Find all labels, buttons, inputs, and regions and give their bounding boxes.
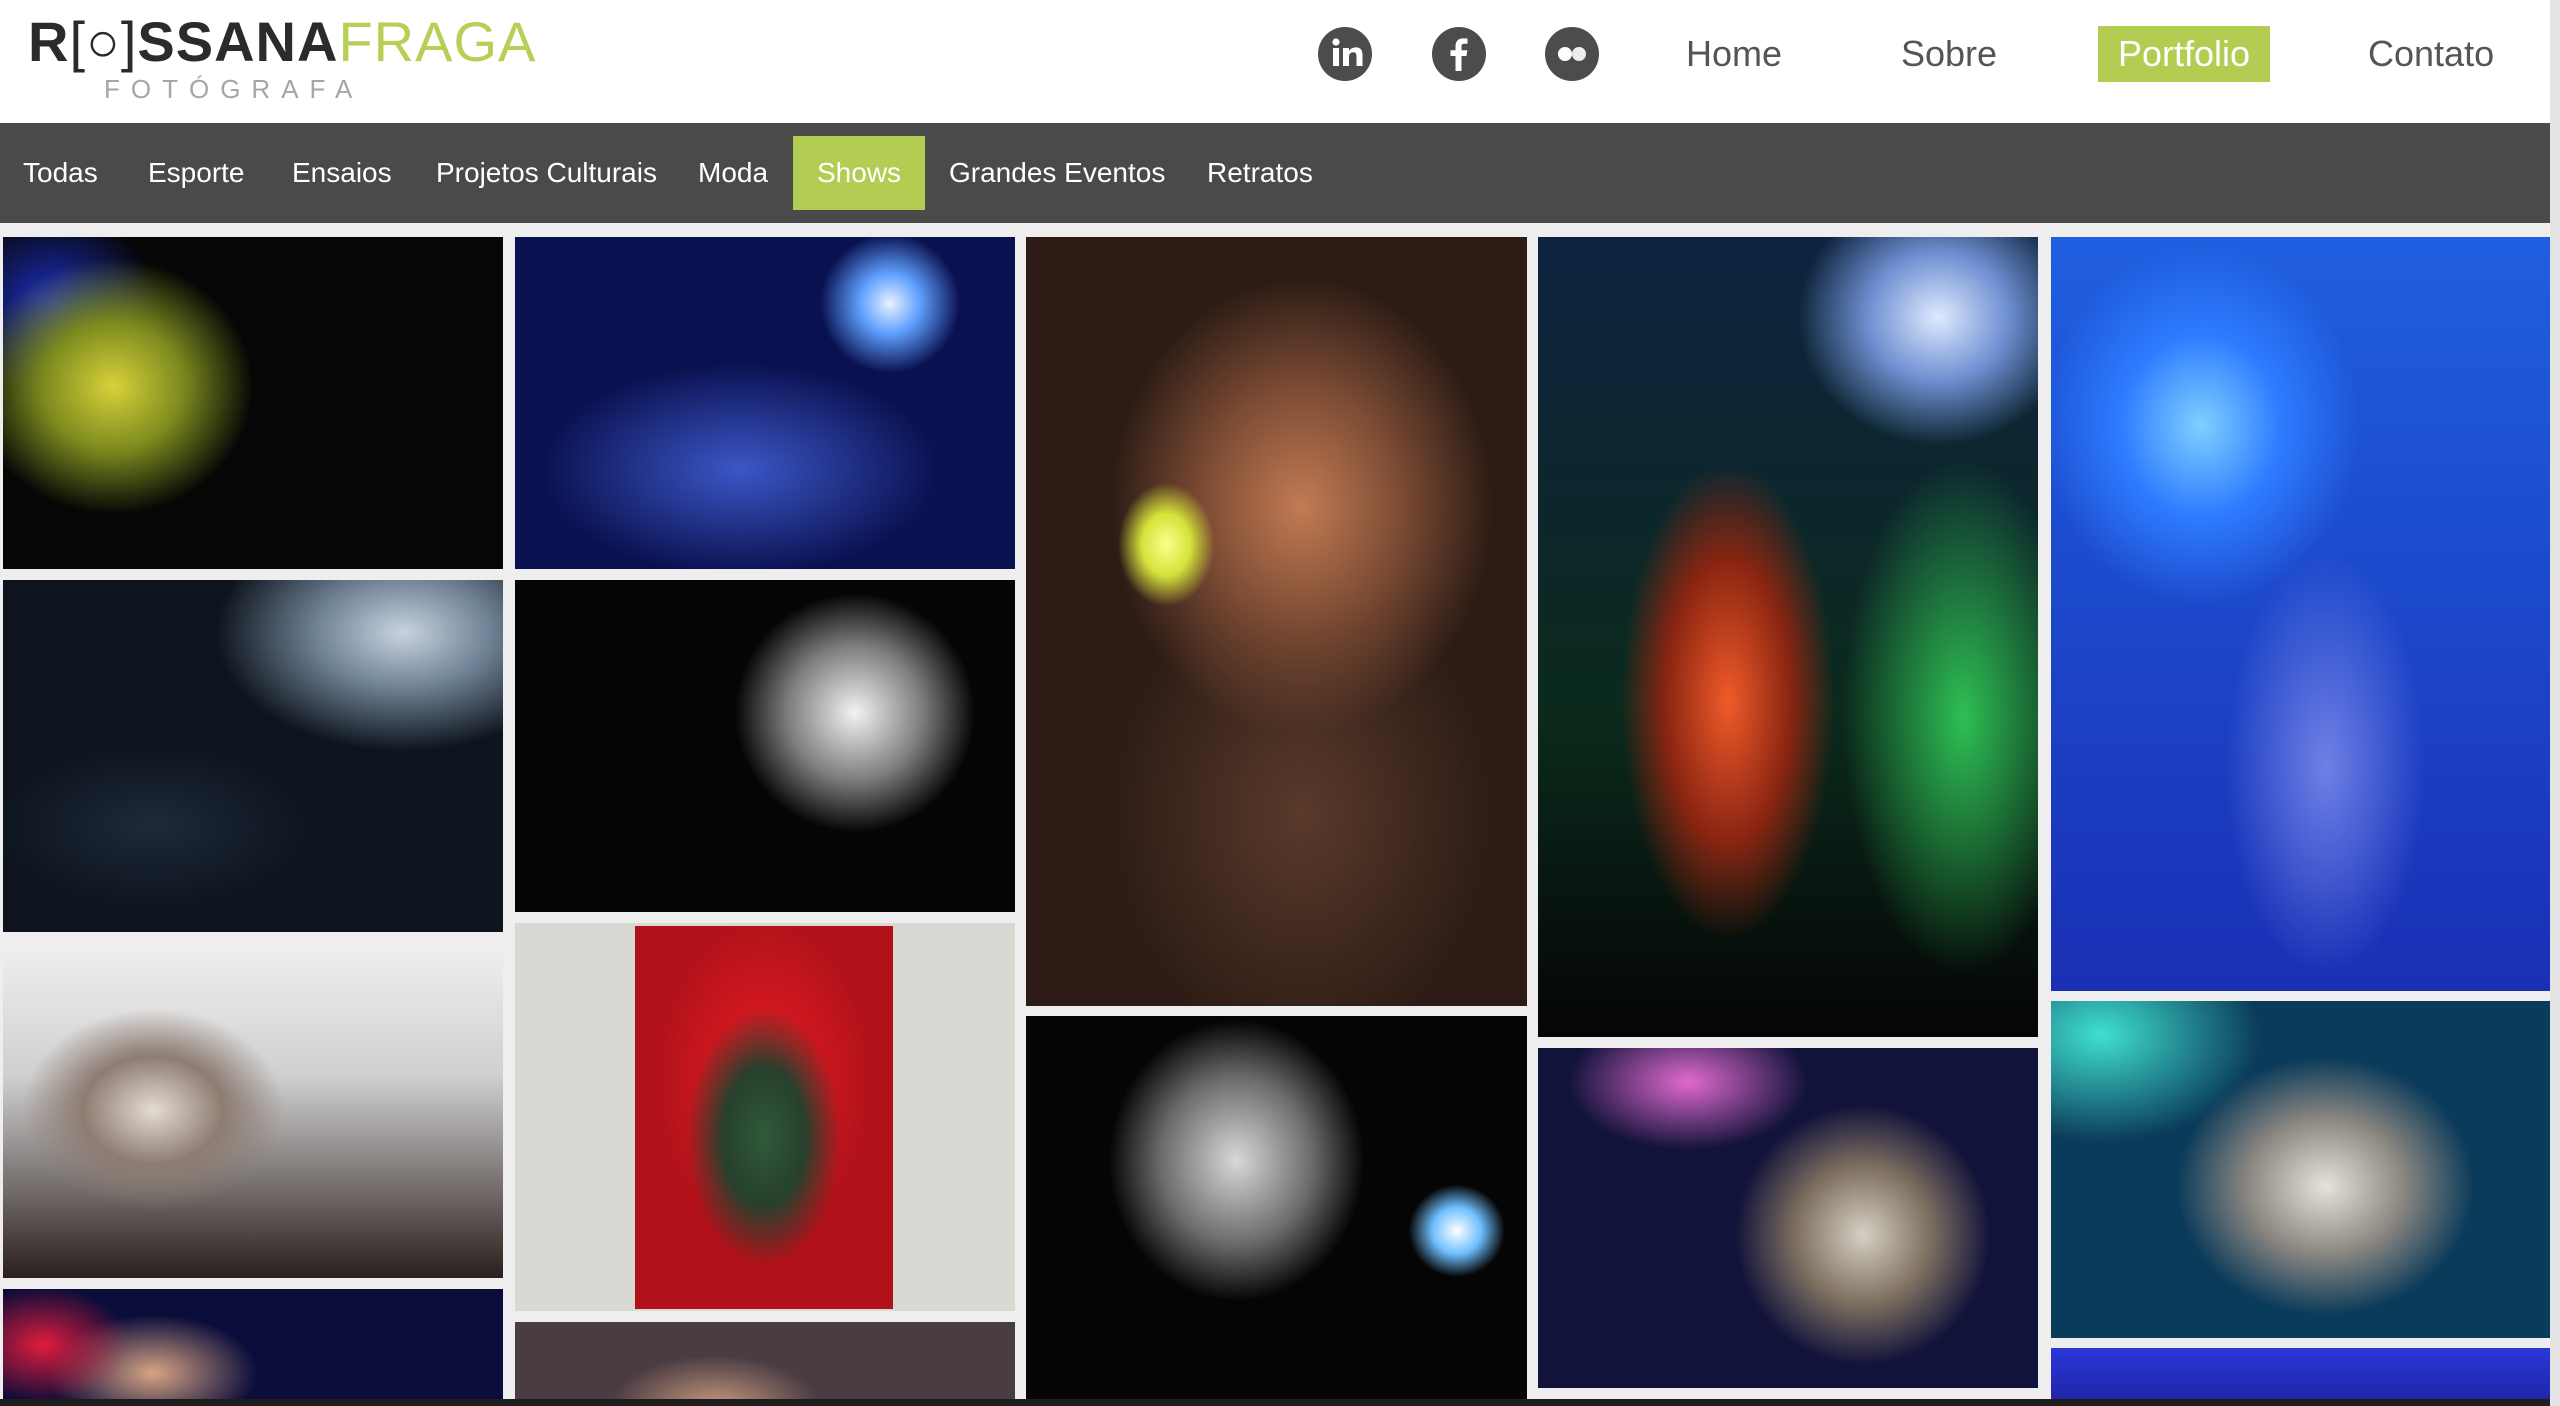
flickr-button[interactable]: [1545, 27, 1599, 81]
filter-grandes-eventos[interactable]: Grandes Eventos: [949, 136, 1165, 210]
photo-gallery: [0, 223, 2550, 1399]
logo-bracket: [○]: [69, 10, 138, 73]
facebook-button[interactable]: [1432, 27, 1486, 81]
vertical-scrollbar[interactable]: [2550, 0, 2560, 1406]
gallery-photo-drummer-hat[interactable]: [1538, 1048, 2038, 1388]
filter-moda[interactable]: Moda: [698, 136, 768, 210]
nav-sobre[interactable]: Sobre: [1901, 26, 1997, 82]
logo-part-fraga: FRAGA: [338, 10, 537, 73]
gallery-photo-bassist-singing[interactable]: [1026, 237, 1527, 1006]
gallery-photo-bald-singer[interactable]: [3, 1289, 503, 1399]
gallery-photo-guitarist-red-guitar[interactable]: [1538, 237, 2038, 1037]
logo-subtitle: FOTÓGRAFA: [104, 74, 364, 104]
gallery-photo-singer-blue-light[interactable]: [2051, 237, 2550, 991]
bottom-strip: [0, 1399, 2550, 1406]
gallery-photo-singer-red-frame[interactable]: [515, 923, 1015, 1311]
logo-part-r: R: [28, 10, 70, 73]
filter-todas[interactable]: Todas: [23, 136, 98, 210]
gallery-photo-singer-bw[interactable]: [515, 580, 1015, 912]
gallery-photo-nazareth-stage[interactable]: [515, 237, 1015, 569]
filter-ensaios[interactable]: Ensaios: [292, 136, 392, 210]
filter-projetos-culturais[interactable]: Projetos Culturais: [436, 136, 657, 210]
logo-part-ssana: SSANA: [137, 10, 339, 73]
gallery-photo-blue-partial[interactable]: [2051, 1348, 2550, 1399]
linkedin-icon: [1332, 38, 1363, 66]
gallery-photo-band-laughing[interactable]: [3, 942, 503, 1278]
gallery-photo-crowd-partial[interactable]: [515, 1322, 1015, 1399]
gallery-photo-bandana-rocker[interactable]: [1026, 1016, 1527, 1399]
facebook-icon: [1450, 38, 1468, 71]
portfolio-filter-bar: Todas Esporte Ensaios Projetos Culturais…: [0, 123, 2550, 223]
gallery-photo-singer-microphone[interactable]: [2051, 1001, 2550, 1338]
gallery-photo-singer-yellow-shirt[interactable]: [3, 237, 503, 569]
logo-wordmark: R[○]SSANAFRAGA: [28, 10, 536, 74]
site-header: R[○]SSANAFRAGA FOTÓGRAFA Home Sobre Port…: [0, 0, 2550, 123]
filter-retratos[interactable]: Retratos: [1207, 136, 1313, 210]
linkedin-button[interactable]: [1318, 27, 1372, 81]
flickr-icon: [1558, 47, 1586, 61]
gallery-photo-guitarist-smoke[interactable]: [3, 580, 503, 932]
filter-esporte[interactable]: Esporte: [148, 136, 245, 210]
nav-contato[interactable]: Contato: [2368, 26, 2494, 82]
nav-home[interactable]: Home: [1686, 26, 1782, 82]
nav-portfolio[interactable]: Portfolio: [2098, 26, 2271, 82]
site-logo[interactable]: R[○]SSANAFRAGA FOTÓGRAFA: [28, 10, 535, 104]
filter-shows[interactable]: Shows: [793, 136, 926, 210]
